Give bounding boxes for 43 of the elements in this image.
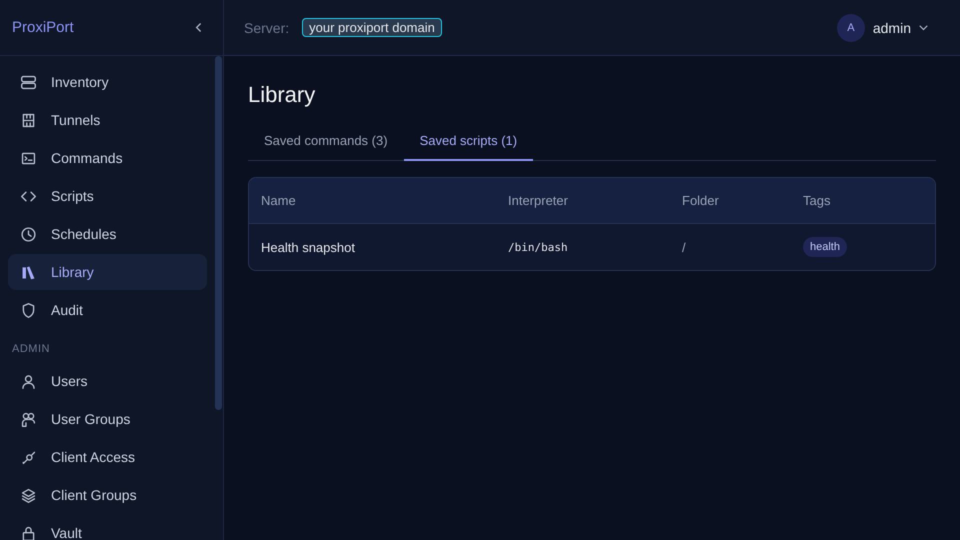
nav-item[interactable]: Users (8, 363, 207, 399)
terminal-icon (20, 150, 37, 166)
avatar: A (836, 14, 865, 42)
nav-item[interactable]: Tunnels (8, 102, 207, 138)
users-icon (20, 410, 37, 428)
chevron-down-icon (919, 24, 928, 30)
user-icon (20, 372, 37, 390)
nav-item[interactable]: Inventory (8, 64, 207, 100)
key-icon (20, 448, 37, 466)
chevron-left-icon[interactable] (195, 22, 203, 33)
shield-icon (20, 302, 37, 318)
nav-item[interactable]: Client Groups (8, 477, 207, 513)
nav-item[interactable]: Schedules (8, 216, 207, 252)
table-cell-text: / (681, 240, 687, 254)
table-cell-text: /bin/bash (507, 240, 569, 254)
books-icon (20, 264, 37, 280)
layers-icon (20, 486, 37, 504)
nav-item[interactable]: Audit (8, 292, 207, 328)
tab[interactable]: Saved commands (3) (248, 122, 404, 161)
section-label: ADMIN (11, 342, 51, 357)
nav-item[interactable]: User Groups (8, 401, 207, 437)
column-header: Interpreter (507, 193, 569, 208)
tab[interactable]: Saved scripts (1) (404, 122, 534, 161)
server-value: your proxiport domain (302, 18, 442, 37)
lock-icon (20, 524, 37, 540)
grid-icon (20, 112, 37, 128)
column-header: Name (260, 193, 297, 208)
server-icon (20, 74, 37, 90)
nav-item[interactable]: Vault (8, 515, 207, 540)
clock-icon (20, 226, 37, 242)
user-menu[interactable]: A admin (836, 14, 928, 42)
nav-item[interactable]: Commands (8, 140, 207, 176)
brand-name: ProxiPort (12, 19, 74, 36)
column-header: Folder (681, 193, 720, 208)
tag-chip: health (803, 237, 847, 257)
nav-item[interactable]: Client Access (8, 439, 207, 475)
page-title: Library (248, 82, 316, 108)
column-header: Tags (802, 193, 832, 208)
table-cell-text: Health snapshot (260, 240, 356, 254)
nav-item[interactable]: Scripts (8, 178, 207, 214)
server-label: Server: (244, 20, 290, 36)
nav-item[interactable]: Library (8, 254, 207, 290)
scrollbar-thumb[interactable] (215, 56, 222, 410)
